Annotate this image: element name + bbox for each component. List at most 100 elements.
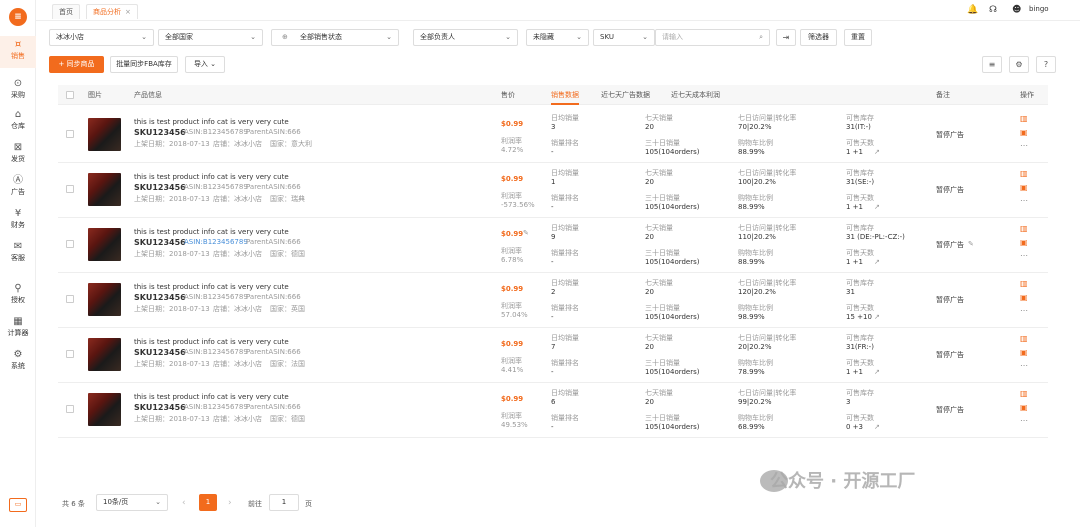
sidebar-item-6[interactable]: ✉ 客服 (0, 238, 36, 270)
message-icon[interactable]: ▣ (1020, 403, 1028, 412)
select-all-checkbox[interactable] (66, 91, 74, 99)
tab-home[interactable]: 首页 (52, 4, 80, 19)
per-page-select[interactable]: 10条/页 ⌄ (96, 494, 168, 511)
product-asin[interactable]: ASIN:B123456789 (184, 238, 248, 247)
more-icon[interactable]: ⋯ (1020, 141, 1028, 150)
daily-value: 2 (551, 288, 556, 296)
sidebar-item-8[interactable]: ▦ 计算器 (0, 313, 36, 345)
rank-label: 销量排名 (551, 359, 579, 367)
prev-page-button[interactable]: ‹ (182, 498, 186, 508)
tab-ad-data[interactable]: 近七天广告数据 (601, 85, 650, 105)
sidebar-item-4[interactable]: Ⓐ 广告 (0, 172, 36, 204)
trend-icon[interactable]: ↗ (874, 368, 880, 377)
more-icon[interactable]: ⋯ (1020, 196, 1028, 205)
row-checkbox[interactable] (66, 350, 74, 358)
sidebar-item-3[interactable]: ⊠ 发货 (0, 139, 36, 171)
sync-fba-button[interactable]: 批量同步FBA库存 (110, 56, 178, 73)
edit-icon[interactable]: ✎ (968, 240, 974, 249)
screen-icon[interactable]: ▭ (9, 498, 27, 512)
message-icon[interactable]: ▣ (1020, 348, 1028, 357)
row-checkbox[interactable] (66, 130, 74, 138)
sku-type-select[interactable]: SKU ⌄ (593, 29, 655, 46)
row-checkbox[interactable] (66, 295, 74, 303)
stock-label: 可售库存 (846, 224, 874, 232)
shop-select[interactable]: 冰冰小店 ⌄ (49, 29, 154, 46)
row-checkbox[interactable] (66, 185, 74, 193)
message-icon[interactable]: ▣ (1020, 128, 1028, 137)
next-page-button[interactable]: › (228, 498, 232, 508)
more-icon[interactable]: ⋯ (1020, 416, 1028, 425)
row-checkbox[interactable] (66, 405, 74, 413)
trend-icon[interactable]: ↗ (874, 313, 880, 322)
import-button[interactable]: 导入 ⌄ (185, 56, 225, 73)
product-title[interactable]: this is test product info cat is very ve… (134, 283, 289, 292)
table-row: this is test product info cat is very ve… (58, 108, 1048, 163)
avatar[interactable]: ☻ (1012, 5, 1021, 15)
message-icon[interactable]: ▣ (1020, 293, 1028, 302)
search-icon[interactable]: ⌕ (759, 30, 763, 45)
status-select[interactable]: ⊕ 全部销售状态 ⌄ (271, 29, 399, 46)
product-asin[interactable]: ASIN:B123456789 (184, 128, 248, 137)
trend-icon[interactable]: ↗ (874, 148, 880, 157)
profit-label: 利润率 (501, 137, 522, 145)
hidden-select[interactable]: 未隐藏 ⌄ (526, 29, 589, 46)
page-label: 页 (305, 500, 312, 508)
owner-select[interactable]: 全部负责人 ⌄ (413, 29, 518, 46)
edit-icon[interactable]: ✎ (523, 229, 529, 238)
chart-icon[interactable]: ▥ (1020, 114, 1028, 123)
sidebar-item-5[interactable]: ¥ 财务 (0, 205, 36, 237)
message-icon[interactable]: ▣ (1020, 238, 1028, 247)
sidebar-item-9[interactable]: ⚙ 系统 (0, 346, 36, 378)
settings-icon[interactable]: ⚙ (1009, 56, 1029, 73)
search-input[interactable]: 请输入 ⌕ (655, 29, 770, 46)
bell-icon[interactable]: 🔔 (967, 5, 978, 15)
more-icon[interactable]: ⋯ (1020, 306, 1028, 315)
page-1-button[interactable]: 1 (199, 494, 217, 511)
tab-cost-profit[interactable]: 近七天成本利润 (671, 85, 720, 105)
trend-icon[interactable]: ↗ (874, 203, 880, 212)
headset-icon[interactable]: ☊ (989, 5, 997, 15)
thirty-value: 105(104orders) (645, 148, 700, 156)
sync-product-button[interactable]: + 同步商品 (49, 56, 104, 73)
product-asin[interactable]: ASIN:B123456789 (184, 293, 248, 302)
chart-icon[interactable]: ▥ (1020, 334, 1028, 343)
column-icon[interactable]: ≡ (982, 56, 1002, 73)
country-select[interactable]: 全部国家 ⌄ (158, 29, 263, 46)
product-title[interactable]: this is test product info cat is very ve… (134, 173, 289, 182)
reset-button[interactable]: 重置 (844, 29, 872, 46)
user-name[interactable]: bingo (1029, 5, 1049, 13)
tab-sales-data[interactable]: 销售数据 (551, 85, 579, 105)
tab-product-analysis[interactable]: 商品分析 × (86, 4, 138, 19)
nav-icon: ¤ (14, 39, 22, 50)
chart-icon[interactable]: ▥ (1020, 279, 1028, 288)
more-icon[interactable]: ⋯ (1020, 361, 1028, 370)
close-icon[interactable]: × (125, 8, 131, 16)
product-title[interactable]: this is test product info cat is very ve… (134, 118, 289, 127)
chart-icon[interactable]: ▥ (1020, 169, 1028, 178)
trend-icon[interactable]: ↗ (874, 258, 880, 267)
product-asin[interactable]: ASIN:B123456789 (184, 403, 248, 412)
message-icon[interactable]: ▣ (1020, 183, 1028, 192)
product-title[interactable]: this is test product info cat is very ve… (134, 228, 289, 237)
product-title[interactable]: this is test product info cat is very ve… (134, 338, 289, 347)
shop-label: 店铺： (213, 140, 234, 148)
more-icon[interactable]: ⋯ (1020, 251, 1028, 260)
product-title[interactable]: this is test product info cat is very ve… (134, 393, 289, 402)
sidebar-item-2[interactable]: ⌂ 仓库 (0, 106, 36, 138)
days-value: 0 +3 (846, 423, 863, 431)
help-icon[interactable]: ? (1036, 56, 1056, 73)
sidebar-item-7[interactable]: ⚲ 授权 (0, 280, 36, 312)
export-icon[interactable]: ⇥ (776, 29, 796, 46)
filter-button[interactable]: 筛选器 (800, 29, 837, 46)
chart-icon[interactable]: ▥ (1020, 224, 1028, 233)
cart-label: 购物车比例 (738, 304, 773, 312)
sidebar-item-0[interactable]: ¤ 销售 (0, 36, 36, 68)
profit-label: 利润率 (501, 357, 522, 365)
product-asin[interactable]: ASIN:B123456789 (184, 183, 248, 192)
goto-page-input[interactable]: 1 (269, 494, 299, 511)
chart-icon[interactable]: ▥ (1020, 389, 1028, 398)
sidebar-item-1[interactable]: ⊙ 采购 (0, 75, 36, 107)
trend-icon[interactable]: ↗ (874, 423, 880, 432)
row-checkbox[interactable] (66, 240, 74, 248)
product-asin[interactable]: ASIN:B123456789 (184, 348, 248, 357)
